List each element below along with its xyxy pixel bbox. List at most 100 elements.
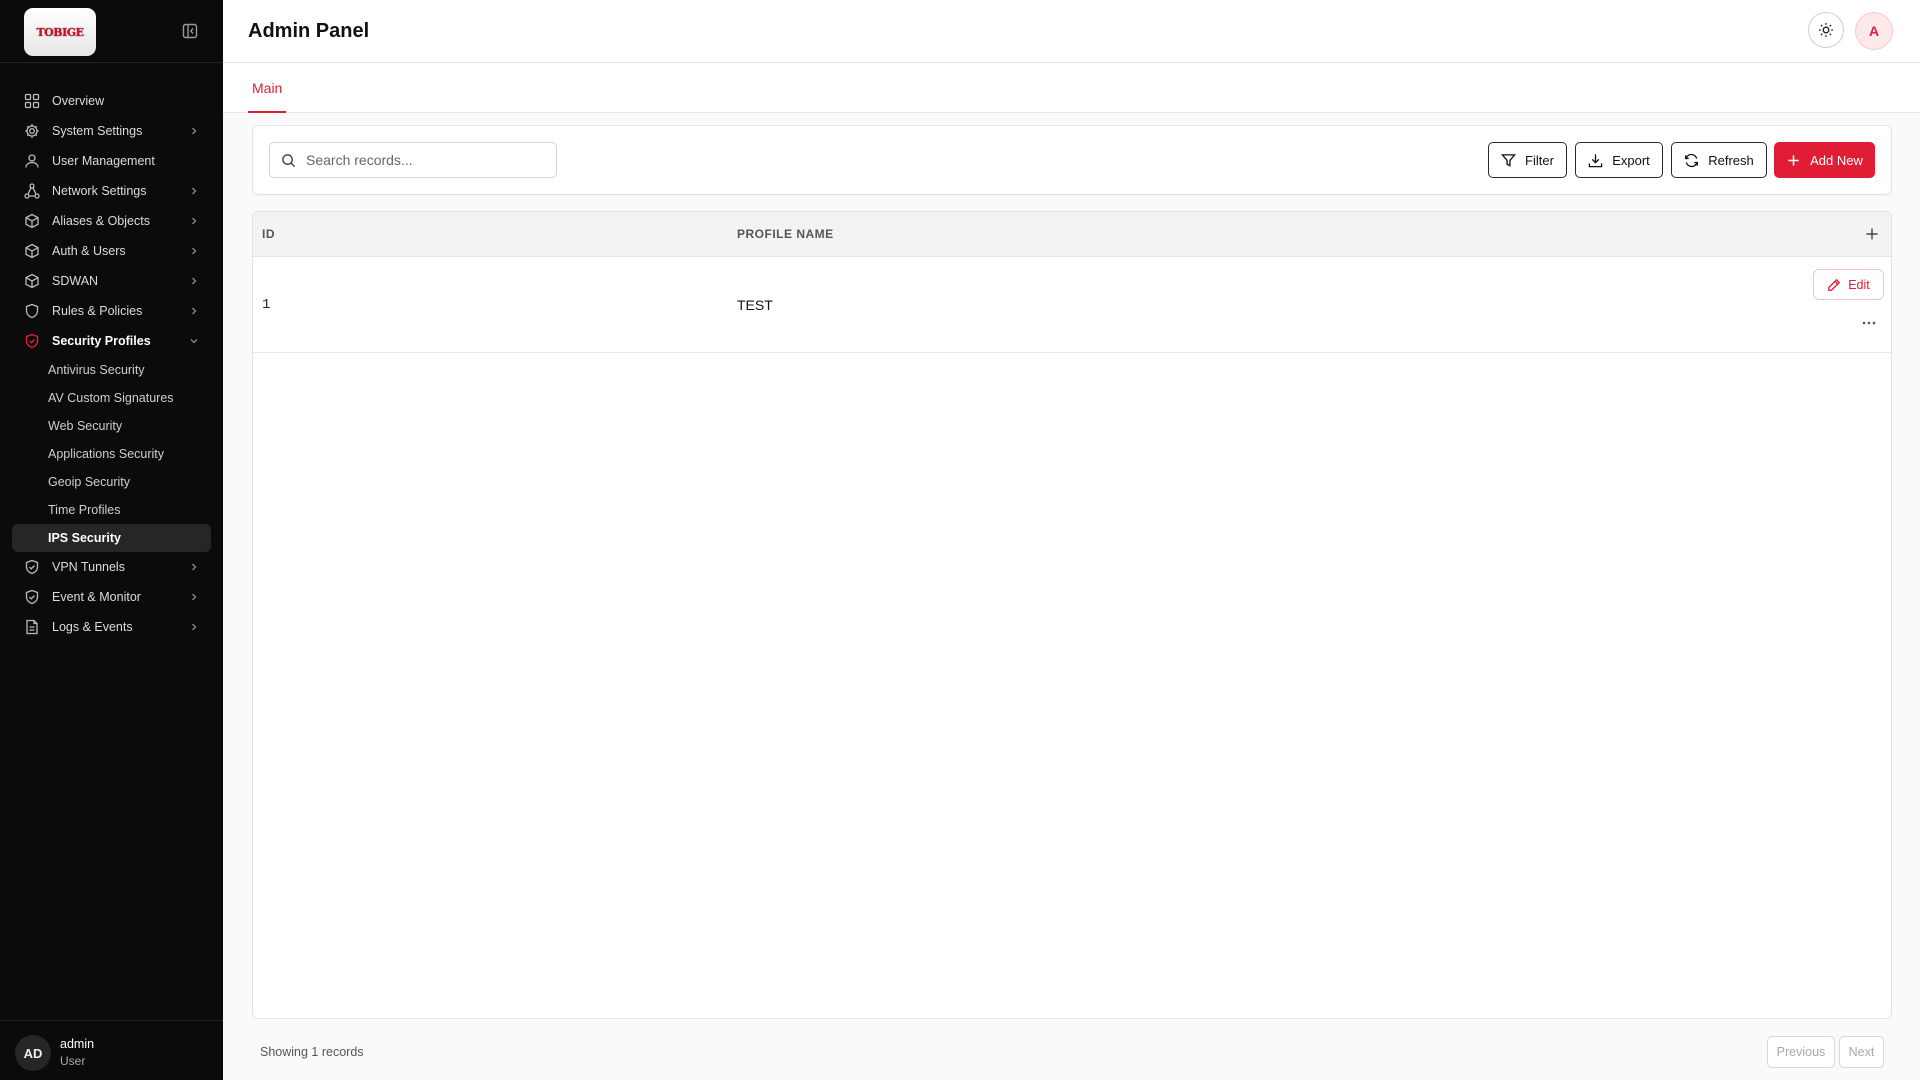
- sidebar-item-system-settings[interactable]: System Settings: [12, 116, 211, 146]
- filter-button[interactable]: Filter: [1488, 142, 1567, 178]
- sidebar-nav: Overview System Settings User Management…: [12, 86, 211, 642]
- shield-check-icon: [25, 589, 39, 605]
- sidebar-item-security-profiles[interactable]: Security Profiles: [12, 326, 211, 356]
- refresh-icon: [1685, 153, 1699, 167]
- brand-logo[interactable]: TOBIGE: [24, 8, 96, 56]
- download-icon: [1588, 153, 1603, 167]
- column-header-profile-name[interactable]: PROFILE NAME: [737, 227, 834, 241]
- chevron-right-icon: [192, 247, 197, 255]
- export-label: Export: [1612, 152, 1650, 168]
- sidebar-item-aliases-objects[interactable]: Aliases & Objects: [12, 206, 211, 236]
- sidebar-item-label: Aliases & Objects: [52, 214, 150, 228]
- sidebar-user-profile[interactable]: AD admin User: [0, 1020, 223, 1080]
- chevron-right-icon: [192, 307, 197, 315]
- pencil-icon: [1828, 278, 1841, 291]
- table-row[interactable]: 1 TEST Edit: [253, 257, 1891, 353]
- records-table: ID PROFILE NAME 1 TEST Edit: [252, 211, 1892, 1019]
- sidebar-item-label: Security Profiles: [52, 334, 151, 348]
- chevron-right-icon: [192, 127, 197, 135]
- column-header-id[interactable]: ID: [262, 227, 275, 241]
- shield-icon: [25, 303, 39, 319]
- sidebar-item-label: System Settings: [52, 124, 143, 138]
- previous-page-button[interactable]: Previous: [1767, 1036, 1835, 1068]
- shield-icon: [25, 333, 39, 349]
- sidebar-item-label: Overview: [52, 94, 105, 108]
- sidebar-item-sdwan[interactable]: SDWAN: [12, 266, 211, 296]
- sidebar-item-network-settings[interactable]: Network Settings: [12, 176, 211, 206]
- search-box: [269, 142, 557, 178]
- more-options-icon[interactable]: [1860, 318, 1878, 328]
- cell-profile-name: TEST: [737, 297, 773, 313]
- tab-main[interactable]: Main: [248, 63, 287, 113]
- chevron-right-icon: [192, 187, 197, 195]
- sidebar-item-label: Event & Monitor: [52, 590, 141, 604]
- chevron-right-icon: [192, 563, 197, 571]
- sidebar-sub-antivirus-security[interactable]: Antivirus Security: [12, 356, 211, 384]
- sidebar-item-auth-users[interactable]: Auth & Users: [12, 236, 211, 266]
- edit-button[interactable]: Edit: [1813, 269, 1884, 300]
- chevron-right-icon: [192, 593, 197, 601]
- next-page-button[interactable]: Next: [1839, 1036, 1884, 1068]
- sun-icon: [1819, 23, 1833, 37]
- export-button[interactable]: Export: [1575, 142, 1663, 178]
- tab-bar: Main: [223, 63, 1920, 113]
- search-icon: [282, 154, 296, 168]
- sidebar-header: TOBIGE: [0, 0, 223, 63]
- sidebar-sub-applications-security[interactable]: Applications Security: [12, 440, 211, 468]
- document-icon: [26, 619, 38, 635]
- edit-label: Edit: [1848, 277, 1870, 292]
- table-header: ID PROFILE NAME: [253, 212, 1891, 257]
- sidebar-sub-ips-security[interactable]: IPS Security: [12, 524, 211, 552]
- user-icon: [25, 154, 39, 168]
- sidebar-item-label: Rules & Policies: [52, 304, 143, 318]
- top-header: Admin Panel A: [223, 0, 1920, 63]
- sidebar-item-label: Logs & Events: [52, 620, 133, 634]
- sidebar-item-label: Auth & Users: [52, 244, 126, 258]
- sidebar-item-logs-events[interactable]: Logs & Events: [12, 612, 211, 642]
- refresh-button[interactable]: Refresh: [1671, 142, 1767, 178]
- cube-icon: [25, 213, 39, 229]
- cube-icon: [25, 243, 39, 259]
- user-name: admin: [60, 1037, 95, 1051]
- avatar: AD: [15, 1035, 51, 1071]
- sidebar-item-label: Network Settings: [52, 184, 147, 198]
- sidebar-collapse-icon[interactable]: [182, 23, 198, 39]
- sidebar-item-overview[interactable]: Overview: [12, 86, 211, 116]
- sidebar-item-rules-policies[interactable]: Rules & Policies: [12, 296, 211, 326]
- user-role: User: [60, 1054, 86, 1068]
- sidebar-sub-web-security[interactable]: Web Security: [12, 412, 211, 440]
- sidebar-item-user-management[interactable]: User Management: [12, 146, 211, 176]
- records-count: Showing 1 records: [260, 1045, 364, 1059]
- sidebar-item-event-monitor[interactable]: Event & Monitor: [12, 582, 211, 612]
- sidebar-sub-geoip-security[interactable]: Geoip Security: [12, 468, 211, 496]
- sidebar: TOBIGE Overview System Settings User Man…: [0, 0, 223, 1080]
- sidebar-item-label: SDWAN: [52, 274, 99, 288]
- chevron-down-icon: [190, 339, 198, 344]
- filter-icon: [1501, 153, 1517, 167]
- sidebar-sub-time-profiles[interactable]: Time Profiles: [12, 496, 211, 524]
- shield-check-icon: [25, 559, 39, 575]
- cube-icon: [25, 273, 39, 289]
- plus-icon: [1788, 154, 1799, 166]
- gear-icon: [25, 124, 39, 138]
- security-profiles-submenu: Antivirus Security AV Custom Signatures …: [12, 356, 211, 552]
- chevron-right-icon: [192, 217, 197, 225]
- sidebar-item-label: VPN Tunnels: [52, 560, 125, 574]
- user-menu-button[interactable]: A: [1855, 12, 1893, 50]
- add-new-button[interactable]: Add New: [1774, 142, 1875, 178]
- add-new-label: Add New: [1810, 152, 1863, 168]
- add-column-icon[interactable]: [1863, 225, 1881, 243]
- chevron-right-icon: [192, 623, 197, 631]
- records-toolbar: Filter Export Refresh Add New: [252, 125, 1892, 195]
- search-input[interactable]: [306, 144, 552, 176]
- brand-logo-text: TOBIGE: [36, 25, 85, 39]
- chevron-right-icon: [192, 277, 197, 285]
- sidebar-sub-av-custom-signatures[interactable]: AV Custom Signatures: [12, 384, 211, 412]
- grid-icon: [24, 93, 40, 109]
- theme-toggle-button[interactable]: [1808, 12, 1844, 48]
- sidebar-item-label: User Management: [52, 154, 155, 168]
- cell-id: 1: [262, 297, 271, 313]
- sidebar-item-vpn-tunnels[interactable]: VPN Tunnels: [12, 552, 211, 582]
- filter-label: Filter: [1525, 152, 1554, 168]
- network-icon: [24, 183, 40, 199]
